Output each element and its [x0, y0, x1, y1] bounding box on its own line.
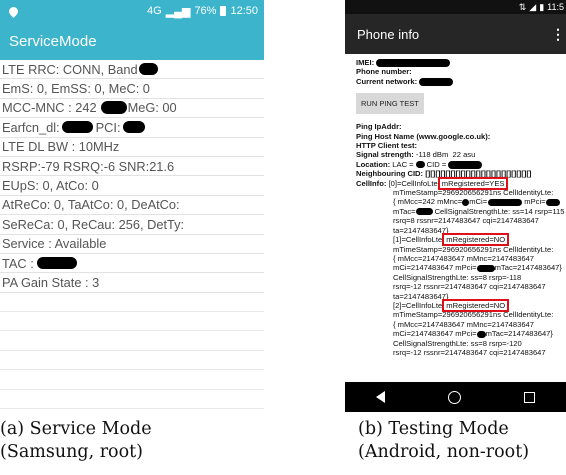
redaction — [476, 330, 486, 338]
redaction — [545, 198, 560, 206]
list-item: SeReCa: 0, ReCau: 256, DetTy: — [0, 215, 264, 235]
run-ping-test-button[interactable]: RUN PING TEST — [356, 93, 424, 115]
clock: 12:50 — [230, 5, 258, 17]
signal-indicator: 4G — [147, 5, 162, 17]
caption-a: (a) Service Mode (Samsung, root) — [0, 419, 152, 462]
clock: 11:5 — [547, 2, 564, 12]
data-sync-icon: ⇅ — [518, 1, 527, 12]
redaction — [138, 63, 158, 76]
list-item — [0, 351, 264, 371]
signal-strength-row: Signal strength: -118 dBm 22 asu — [356, 150, 476, 160]
cellinfo-section: CellInfo: [0]=CellInfoLte: mRegistered=YE… — [356, 176, 566, 358]
list-item — [0, 293, 264, 313]
imei-row: IMEI: — [356, 58, 566, 67]
cell-block-2-head: [2]=CellInfoLte: mRegistered=NO — [393, 298, 510, 312]
home-icon[interactable] — [447, 390, 461, 404]
list-item: RSRP:-79 RSRQ:-6 SNR:21.6 — [0, 157, 264, 177]
app-bar: ServiceMode — [0, 22, 264, 60]
ping-ipaddr-row: Ping IpAddr: — [356, 122, 402, 132]
list-item: LTE RRC: CONN, Band — [0, 60, 264, 80]
list-item: LTE DL BW : 10MHz — [0, 138, 264, 157]
page-title: Phone info — [357, 26, 420, 42]
list-item: AtReCo: 0, TaAtCo: 0, DeAtCo: — [0, 196, 264, 216]
redaction — [448, 160, 483, 169]
recents-icon[interactable] — [523, 391, 535, 403]
registered-highlight: mRegistered=NO — [442, 233, 510, 247]
list-item: MCC-MNC : 242 MeG: 00 — [0, 99, 264, 119]
registered-highlight: mRegistered=NO — [442, 298, 510, 312]
cell-block-1-head: [1]=CellInfoLte: mRegistered=NO — [393, 233, 510, 247]
location-icon — [7, 4, 20, 18]
list-item — [0, 370, 264, 390]
location-row: Location: LAC = CID = — [356, 160, 566, 169]
caption-b: (b) Testing Mode (Android, non-root) — [358, 419, 530, 462]
cell-block-0-head: CellInfo: [0]=CellInfoLte: mRegistered=YE… — [356, 176, 509, 190]
battery-icon: ▮ — [539, 1, 545, 12]
overflow-menu-icon[interactable]: ⋮ — [551, 26, 565, 43]
list-item: EmS: 0, EmSS: 0, MeC: 0 — [0, 79, 264, 99]
signal-bars-icon: ▂▄▆ — [165, 5, 191, 18]
service-mode-screen: 4G ▂▄▆ 76% 12:50 ServiceMode LTE RRC: CO… — [0, 0, 264, 412]
back-icon[interactable] — [376, 391, 386, 403]
redaction — [488, 198, 523, 206]
app-bar: Phone info ⋮ — [345, 14, 566, 54]
redaction — [376, 59, 451, 67]
list-item — [0, 390, 264, 410]
list-item: PA Gain State : 3 — [0, 273, 264, 293]
list-item — [0, 331, 264, 351]
list-item: Service : Available — [0, 235, 264, 254]
list-item: Earfcn_dl: PCI: — [0, 118, 264, 138]
phone-info-content: IMEI: Phone number: Current network: RUN… — [345, 54, 566, 382]
list-item — [0, 409, 264, 412]
navigation-bar — [345, 382, 566, 412]
signal-bars-icon: ◢ — [529, 1, 537, 12]
service-mode-list: LTE RRC: CONN, Band EmS: 0, EmSS: 0, MeC… — [0, 60, 264, 412]
phone-info-screen: ⇅ ◢ ▮ 11:5 Phone info ⋮ IMEI: Phone numb… — [345, 0, 566, 412]
status-bar: 4G ▂▄▆ 76% 12:50 — [0, 0, 264, 22]
phone-number-row: Phone number: — [356, 67, 412, 77]
ping-hostname-row: Ping Host Name (www.google.co.uk): — [356, 131, 491, 141]
redaction — [122, 121, 145, 134]
redaction — [415, 161, 425, 169]
redaction — [100, 101, 127, 115]
battery-icon — [220, 6, 227, 16]
neighbouring-cid-row: Neighbouring CID: [][][][][][][][][][][]… — [356, 169, 532, 179]
http-test-row: HTTP Client test: — [356, 141, 418, 151]
registered-highlight: mRegistered=YES — [437, 176, 509, 190]
redaction — [415, 208, 433, 216]
cell-block-0: mTimeStamp=296920656291ns CellIdentityLt… — [393, 188, 565, 235]
redaction — [36, 257, 77, 270]
redaction — [61, 121, 93, 134]
list-item — [0, 312, 264, 332]
list-item: TAC : — [0, 254, 264, 274]
status-bar: ⇅ ◢ ▮ 11:5 — [345, 0, 566, 14]
cell-block-2: mTimeStamp=296920656291ns CellIdentityLt… — [393, 310, 554, 357]
page-title: ServiceMode — [9, 32, 97, 50]
redaction — [419, 77, 454, 86]
current-network-row: Current network: — [356, 77, 566, 86]
cell-block-1: mTimeStamp=296920656291ns CellIdentityLt… — [393, 244, 562, 301]
redaction — [476, 264, 495, 272]
list-item: EUpS: 0, AtCo: 0 — [0, 176, 264, 196]
battery-percent: 76% — [194, 5, 217, 17]
